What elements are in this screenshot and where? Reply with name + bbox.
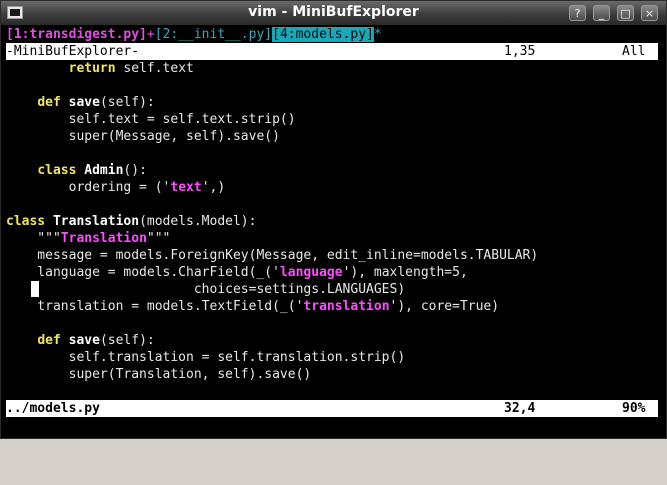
title-bar[interactable]: vim - MiniBufExplorer ? _ □ ×	[1, 1, 666, 25]
buffer-tab-models[interactable]: [4:models.py]	[272, 27, 374, 42]
code-line: return self.text	[68, 61, 194, 76]
maximize-button[interactable]: □	[617, 5, 634, 21]
status-position: 1,35	[504, 44, 536, 59]
window-right-edge	[658, 26, 666, 436]
code-line: translation = models.TextField(_('transl…	[6, 299, 500, 314]
status-scroll: All	[622, 44, 646, 59]
vim-window: vim - MiniBufExplorer ? _ □ × [1:transdi…	[0, 0, 667, 439]
status-cursor-position: 32,4	[504, 401, 536, 416]
buffer-tab-init[interactable]: [2:__init__.py]	[155, 27, 272, 42]
buffer-tab-transdigest[interactable]: [1:transdigest.py]	[6, 27, 147, 42]
close-button[interactable]: ×	[641, 5, 658, 21]
help-button[interactable]: ?	[569, 5, 586, 21]
code-line: def save(self):	[37, 333, 155, 348]
code-line: choices=settings.LANGUAGES)	[6, 282, 406, 297]
code-line: message = models.ForeignKey(Message, edi…	[6, 248, 539, 263]
code-line: self.translation = self.translation.stri…	[6, 350, 406, 365]
code-line: ordering = ('text',)	[6, 180, 226, 195]
window-title: vim - MiniBufExplorer	[248, 4, 419, 20]
status-scroll-percent: 90%	[622, 401, 646, 416]
buffer-modified-mark: +	[146, 27, 155, 42]
editor-area[interactable]: [1:transdigest.py]+[2:__init__.py][4:mod…	[6, 26, 658, 436]
minibuf-status-line: -MiniBufExplorer- 1,35 All	[6, 43, 658, 60]
code-line: super(Translation, self).save()	[6, 367, 312, 382]
code-line: class Translation(models.Model):	[6, 214, 257, 229]
code-line: """Translation"""	[6, 231, 171, 246]
minibuf-list: [1:transdigest.py]+[2:__init__.py][4:mod…	[6, 26, 382, 43]
buffer-current-mark: *	[373, 27, 382, 42]
code-line: super(Message, self).save()	[6, 129, 280, 144]
status-file-name: ../models.py	[6, 401, 100, 416]
file-status-line: ../models.py 32,4 90%	[6, 400, 658, 417]
minimize-button[interactable]: _	[593, 5, 610, 21]
code-line: language = models.CharField(_('language'…	[6, 265, 468, 280]
status-buffer-name: -MiniBufExplorer-	[6, 44, 140, 59]
code-line: def save(self):	[37, 95, 155, 110]
code-line: class Admin():	[37, 163, 147, 178]
code-line: self.text = self.text.strip()	[6, 112, 296, 127]
